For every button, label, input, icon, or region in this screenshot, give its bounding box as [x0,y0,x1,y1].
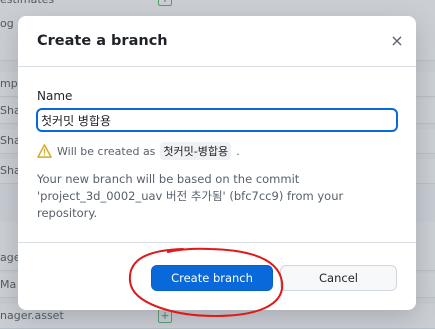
cancel-button[interactable]: Cancel [280,265,397,291]
close-icon[interactable]: × [386,30,408,52]
branch-name-warning: Will be created as 첫커밋-병합용 . [37,142,240,160]
warning-text: Will be created as [57,144,156,158]
warning-period: . [236,144,240,158]
warning-icon [37,144,52,158]
branch-name-input[interactable] [36,108,398,132]
dialog-title: Create a branch [37,33,168,49]
sanitized-branch-name: 첫커밋-병합용 [160,142,232,160]
dialog-header: Create a branch × [18,16,416,67]
create-branch-button[interactable]: Create branch [151,265,273,291]
dialog-footer: Create branch Cancel [18,242,416,311]
branch-base-description: Your new branch will be based on the com… [37,172,344,220]
create-branch-dialog: Create a branch × Name Will be created a… [18,16,416,310]
name-label: Name [37,89,73,103]
